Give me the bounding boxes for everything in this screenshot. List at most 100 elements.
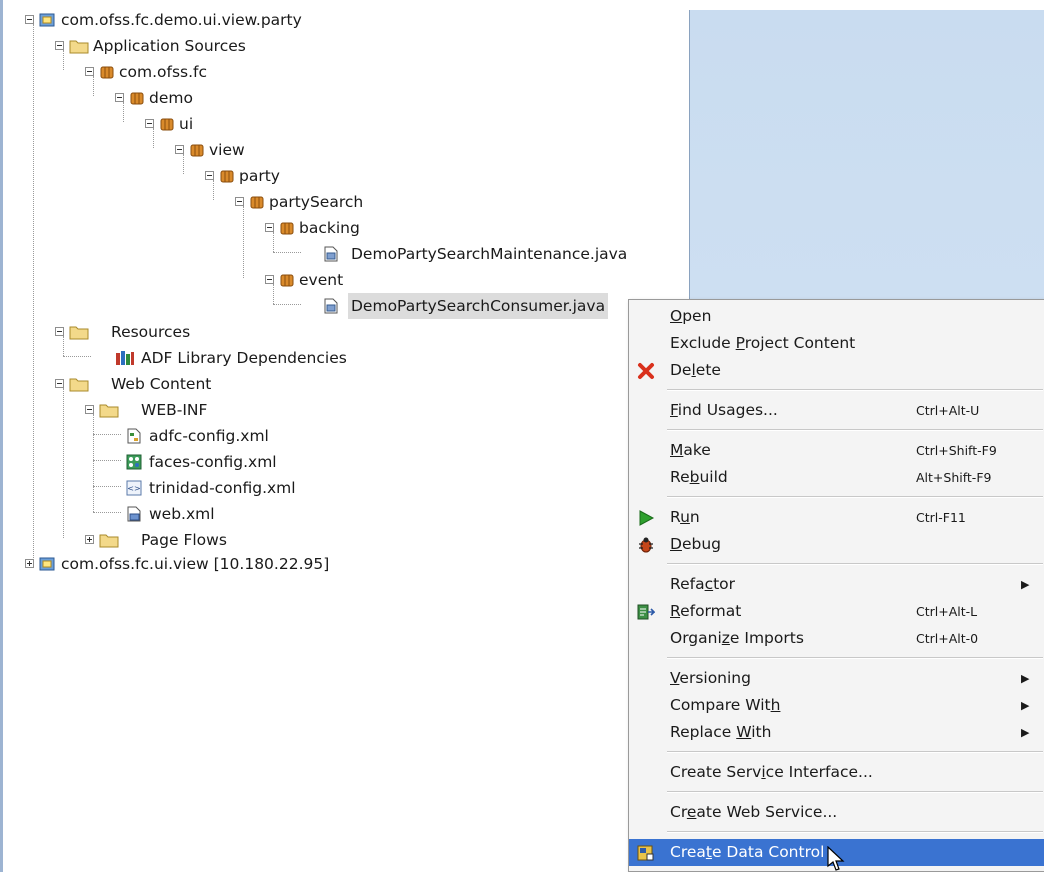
collapse-toggle-icon[interactable] <box>55 327 64 336</box>
menu-item-organize-imports[interactable]: Organize Imports Ctrl+Alt-0 <box>629 625 1044 652</box>
data-control-icon <box>637 845 654 861</box>
tree-node-label: web.xml <box>149 505 215 523</box>
menu-item-open[interactable]: Open <box>629 303 1044 330</box>
shortcut-label: Ctrl+Alt-L <box>916 604 978 619</box>
reformat-icon <box>637 604 655 620</box>
menu-separator <box>667 389 1043 391</box>
tree-node-label: ADF Library Dependencies <box>141 349 347 367</box>
collapse-toggle-icon[interactable] <box>55 379 64 388</box>
folder-icon <box>69 40 89 54</box>
run-icon <box>639 510 655 526</box>
submenu-arrow-icon: ▶ <box>1021 672 1030 685</box>
java-file-icon <box>324 298 338 314</box>
faces-config-icon <box>126 454 142 470</box>
folder-icon <box>99 404 119 418</box>
menu-item-versioning[interactable]: Versioning ▶ <box>629 665 1044 692</box>
menu-item-create-service-interface[interactable]: Create Service Interface... <box>629 759 1044 786</box>
library-books-icon <box>116 351 134 365</box>
menu-separator <box>667 657 1043 659</box>
xml-file-icon: <> <box>126 480 142 496</box>
tree-node-label: Application Sources <box>93 37 246 55</box>
menu-separator <box>667 751 1043 753</box>
tree-node-label: Web Content <box>111 375 212 393</box>
folder-icon <box>69 378 89 392</box>
tree-node-label: com.ofss.fc.demo.ui.view.party <box>61 11 302 29</box>
submenu-arrow-icon: ▶ <box>1021 578 1030 591</box>
package-icon <box>220 170 234 183</box>
package-icon <box>280 222 294 235</box>
tree-node-label: adfc-config.xml <box>149 427 269 445</box>
collapse-toggle-icon[interactable] <box>115 93 124 102</box>
tree-node-label: trinidad-config.xml <box>149 479 296 497</box>
tree-node-label: faces-config.xml <box>149 453 277 471</box>
menu-item-delete[interactable]: Delete <box>629 357 1044 384</box>
collapse-toggle-icon[interactable] <box>85 405 94 414</box>
menu-separator <box>667 429 1043 431</box>
tree-node-label: Resources <box>111 323 191 341</box>
folder-icon <box>99 534 119 548</box>
task-flow-config-icon <box>127 428 141 444</box>
tree-node-label: party <box>239 167 280 185</box>
delete-icon <box>638 363 654 379</box>
menu-item-create-web-service[interactable]: Create Web Service... <box>629 799 1044 826</box>
java-file-icon <box>324 246 338 262</box>
collapse-toggle-icon[interactable] <box>55 41 64 50</box>
menu-separator <box>667 496 1043 498</box>
collapse-toggle-icon[interactable] <box>265 275 274 284</box>
menu-item-replace-with[interactable]: Replace With ▶ <box>629 719 1044 746</box>
tree-node-label: demo <box>149 89 193 107</box>
tree-node-label: view <box>209 141 245 159</box>
web-xml-icon <box>127 506 141 522</box>
menu-separator <box>667 831 1043 833</box>
shortcut-label: Ctrl+Shift-F9 <box>916 443 997 458</box>
collapse-toggle-icon[interactable] <box>205 171 214 180</box>
submenu-arrow-icon: ▶ <box>1021 726 1030 739</box>
tree-node-label: WEB-INF <box>141 401 208 419</box>
package-icon <box>130 92 144 105</box>
collapse-toggle-icon[interactable] <box>85 67 94 76</box>
project-icon <box>39 557 55 571</box>
package-icon <box>190 144 204 157</box>
tree-node-label: DemoPartySearchConsumer.java <box>348 293 609 319</box>
tree-node-label: partySearch <box>269 193 364 211</box>
menu-item-rebuild[interactable]: Rebuild Alt+Shift-F9 <box>629 464 1044 491</box>
menu-item-exclude-project-content[interactable]: Exclude Project Content <box>629 330 1044 357</box>
menu-item-compare-with[interactable]: Compare With ▶ <box>629 692 1044 719</box>
debug-bug-icon <box>639 537 653 553</box>
collapse-toggle-icon[interactable] <box>235 197 244 206</box>
collapse-toggle-icon[interactable] <box>175 145 184 154</box>
shortcut-label: Alt+Shift-F9 <box>916 470 992 485</box>
shortcut-label: Ctrl+Alt-U <box>916 403 980 418</box>
package-icon <box>160 118 174 131</box>
menu-separator <box>667 563 1043 565</box>
menu-item-refactor[interactable]: Refactor ▶ <box>629 571 1044 598</box>
tree-node-label: ui <box>179 115 194 133</box>
menu-item-make[interactable]: Make Ctrl+Shift-F9 <box>629 437 1044 464</box>
collapse-toggle-icon[interactable] <box>25 15 34 24</box>
expand-toggle-icon[interactable] <box>25 559 34 568</box>
submenu-arrow-icon: ▶ <box>1021 699 1030 712</box>
collapse-toggle-icon[interactable] <box>265 223 274 232</box>
shortcut-label: Ctrl+Alt-0 <box>916 631 979 646</box>
application-navigator: com.ofss.fc.demo.ui.view.party Applicati… <box>3 0 689 872</box>
tree-node-label: com.ofss.fc.ui.view [10.180.22.95] <box>61 555 330 573</box>
menu-separator <box>667 791 1043 793</box>
package-icon <box>280 274 294 287</box>
menu-item-reformat[interactable]: Reformat Ctrl+Alt-L <box>629 598 1044 625</box>
tree-node-label: Page Flows <box>141 531 227 549</box>
collapse-toggle-icon[interactable] <box>145 119 154 128</box>
menu-item-find-usages[interactable]: Find Usages... Ctrl+Alt-U <box>629 397 1044 424</box>
package-icon <box>250 196 264 209</box>
package-icon <box>100 66 114 79</box>
tree-node-label: DemoPartySearchMaintenance.java <box>351 245 628 263</box>
mouse-cursor-icon <box>827 846 845 871</box>
folder-icon <box>69 326 89 340</box>
expand-toggle-icon[interactable] <box>85 535 94 544</box>
menu-item-run[interactable]: Run Ctrl-F11 <box>629 504 1044 531</box>
menu-item-debug[interactable]: Debug <box>629 531 1044 558</box>
tree-node-label: event <box>299 271 344 289</box>
tree-node-label: backing <box>299 219 360 237</box>
svg-text:<>: <> <box>127 484 140 493</box>
tree-node-label: com.ofss.fc <box>119 63 208 81</box>
project-icon <box>39 13 55 27</box>
